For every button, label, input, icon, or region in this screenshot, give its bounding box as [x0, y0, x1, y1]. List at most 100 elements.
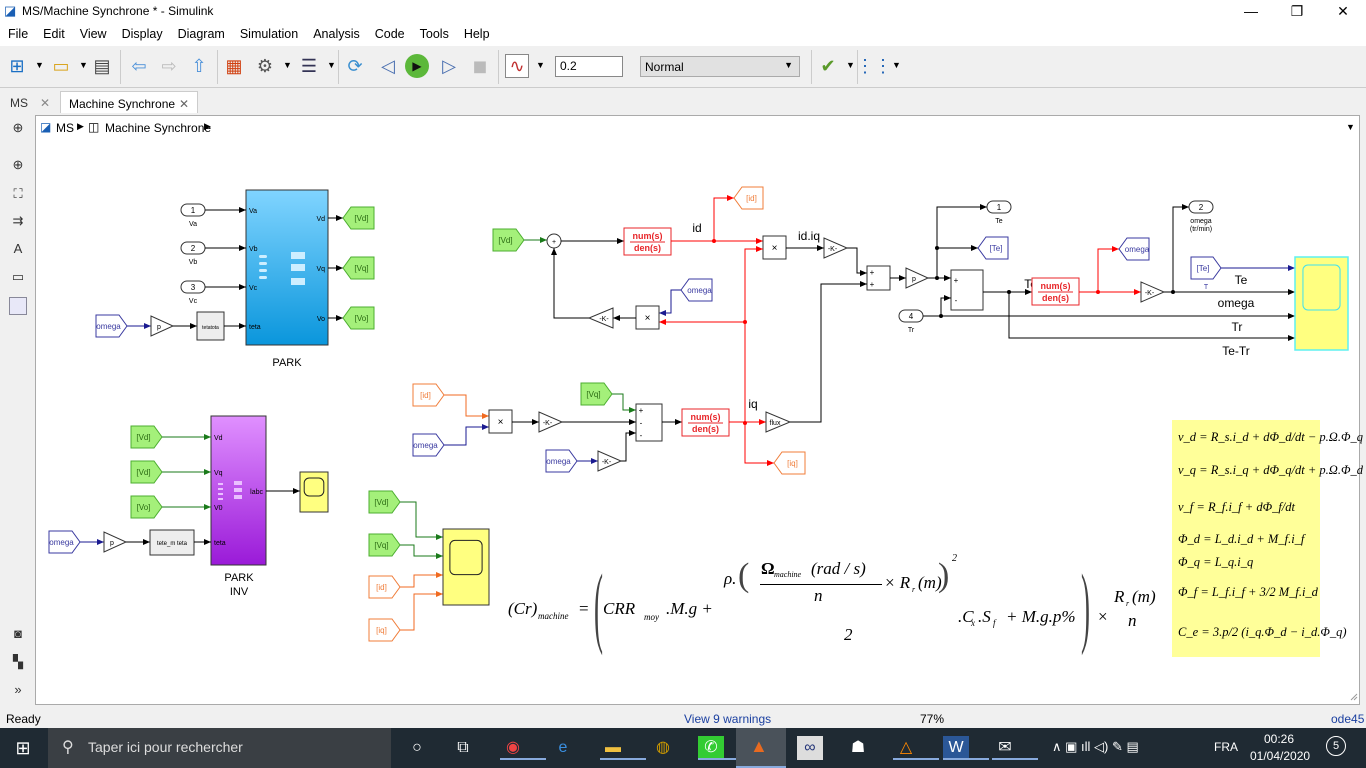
gain-block[interactable]: p — [103, 531, 128, 553]
from-tag[interactable]: [Vd] — [130, 460, 163, 484]
from-tag[interactable]: [Vd] — [492, 228, 525, 252]
menu-code[interactable]: Code — [367, 24, 412, 41]
goto-tag[interactable]: [Vo] — [342, 306, 375, 330]
gain-block[interactable]: -K- — [597, 450, 623, 472]
matlab-taskbar-button[interactable]: ▲ — [736, 728, 786, 768]
signal-line[interactable] — [936, 204, 987, 278]
menu-tools[interactable]: Tools — [412, 24, 456, 41]
simulation-mode-select[interactable]: Normal ▼ — [640, 56, 800, 77]
goto-tag[interactable]: [Vd] — [342, 206, 375, 230]
goto-tag[interactable]: [Vq] — [342, 256, 375, 280]
minimize-button[interactable]: — — [1228, 0, 1274, 24]
tab-ms[interactable]: MS ✕ — [2, 91, 60, 113]
back-icon[interactable]: ⇦ — [127, 54, 151, 78]
signal-line[interactable] — [551, 248, 589, 319]
from-tag[interactable]: [id] — [368, 575, 401, 599]
edge-icon[interactable]: e — [550, 736, 576, 760]
chevron-down-icon[interactable]: ▼ — [1346, 122, 1355, 132]
signal-line[interactable] — [444, 394, 489, 419]
area-icon[interactable] — [9, 297, 27, 315]
warnings-link[interactable]: View 9 warnings — [684, 712, 771, 726]
save-icon[interactable]: ▤ — [90, 54, 114, 78]
chrome-icon[interactable]: ◉ — [500, 736, 546, 760]
task-view-icon[interactable]: ⧉ — [450, 736, 476, 760]
park-subsystem[interactable]: Va Vb Vc teta Vd Vq Vo — [245, 189, 329, 346]
chevron-down-icon[interactable]: ▼ — [892, 60, 901, 70]
menu-simulation[interactable]: Simulation — [232, 24, 305, 41]
app-icon[interactable]: ∞ — [797, 736, 823, 760]
load-torque-annotation[interactable]: (Cr) machine = ( CRR moy .M.g + ρ. ( Ω m… — [506, 553, 1156, 656]
port[interactable]: 1 Va — [180, 203, 206, 228]
menu-edit[interactable]: Edit — [35, 24, 72, 41]
signal-line[interactable] — [1172, 204, 1189, 292]
gain-block[interactable]: -K- — [587, 307, 614, 329]
stop-time-input[interactable]: 0.2 — [555, 56, 623, 77]
library-browser-icon[interactable]: ▦ — [222, 54, 246, 78]
equations-annotation[interactable]: v_d = R_s.i_d + dΦ_d/dt − p.Ω.Φ_q v_q = … — [1172, 420, 1363, 657]
from-tag[interactable]: [id] — [412, 383, 445, 407]
step-forward-icon[interactable]: ▷ — [437, 54, 461, 78]
file-explorer-icon[interactable]: ▬ — [600, 736, 646, 760]
signal-line[interactable] — [444, 424, 489, 446]
forward-icon[interactable]: ⇨ — [157, 54, 181, 78]
signal-line[interactable] — [713, 195, 734, 241]
signal-line[interactable] — [400, 544, 443, 559]
close-icon[interactable]: ✕ — [40, 96, 50, 110]
more-icon[interactable]: » — [9, 681, 27, 699]
vlc-icon[interactable]: △ — [893, 736, 939, 760]
hide-browser-icon[interactable]: ⊕ — [9, 119, 27, 137]
transfer-function-block[interactable]: num(s) den(s) — [681, 408, 730, 437]
check-icon[interactable]: ✔ — [816, 54, 840, 78]
step-back-icon[interactable]: ◁ — [376, 54, 400, 78]
model-explorer-icon[interactable]: ☰ — [297, 54, 321, 78]
maximize-button[interactable]: ❐ — [1274, 0, 1320, 24]
word-icon[interactable]: W — [943, 736, 989, 760]
notifications-badge[interactable]: 5 — [1326, 736, 1346, 756]
signal-routing-icon[interactable]: ⇉ — [9, 212, 27, 230]
chevron-down-icon[interactable]: ▼ — [327, 60, 336, 70]
signal-line[interactable] — [847, 247, 867, 276]
transfer-function-block[interactable]: num(s) den(s) — [623, 227, 672, 256]
signal-line[interactable] — [940, 295, 951, 316]
language-indicator[interactable]: FRA — [1214, 740, 1238, 754]
goto-tag[interactable]: omega — [680, 278, 713, 302]
product-block[interactable]: × — [762, 235, 787, 260]
menu-file[interactable]: File — [0, 24, 35, 41]
signal-line[interactable] — [790, 281, 867, 423]
signal-line[interactable] — [400, 572, 443, 588]
gain-block[interactable]: p — [905, 267, 930, 289]
run-icon[interactable]: ▶ — [405, 54, 429, 78]
menu-diagram[interactable]: Diagram — [170, 24, 232, 41]
app-icon[interactable]: ◍ — [650, 736, 676, 760]
chevron-down-icon[interactable]: ▼ — [536, 60, 545, 70]
from-tag[interactable]: [Vq] — [580, 382, 613, 406]
goto-tag[interactable]: [iq] — [773, 451, 806, 475]
port[interactable]: 3 Vc — [180, 280, 206, 305]
image-icon[interactable]: ▭ — [9, 268, 27, 286]
port[interactable]: 1 Te — [986, 200, 1012, 225]
from-tag[interactable]: [Vq] — [368, 533, 401, 557]
product-block[interactable]: × — [635, 305, 660, 330]
settings-gear-icon[interactable]: ⚙ — [253, 54, 277, 78]
mail-icon[interactable]: ✉ — [992, 736, 1038, 760]
gain-block[interactable]: -K- — [1140, 281, 1166, 303]
transfer-function-block[interactable]: num(s) den(s) — [1031, 277, 1080, 306]
signal-line[interactable] — [400, 591, 443, 631]
from-tag[interactable]: omega — [412, 433, 445, 457]
taskbar-search[interactable]: ⚲ Taper ici pour rechercher — [48, 728, 391, 768]
clock-date[interactable]: 01/04/2020 — [1250, 749, 1310, 763]
sum-round-block[interactable]: + — [546, 233, 562, 249]
sum-block[interactable]: ++ — [866, 265, 891, 291]
from-tag[interactable]: [Vo] — [130, 495, 163, 519]
gain-block[interactable]: flux — [765, 411, 792, 433]
menu-help[interactable]: Help — [456, 24, 497, 41]
breadcrumb-machine-synchrone[interactable]: Machine Synchrone — [105, 121, 211, 135]
gain-block[interactable]: -K- — [538, 411, 564, 433]
signal-line[interactable] — [659, 289, 681, 316]
close-button[interactable]: ✕ — [1320, 0, 1366, 24]
tab-machine-synchrone[interactable]: Machine Synchrone ✕ — [60, 91, 198, 113]
cortana-icon[interactable]: ○ — [404, 736, 430, 760]
data-inspector-icon[interactable]: ∿ — [505, 54, 529, 78]
park-inverse-subsystem[interactable]: Vd Vq V0 teta labc — [210, 415, 267, 566]
scope-block[interactable] — [1294, 256, 1349, 351]
